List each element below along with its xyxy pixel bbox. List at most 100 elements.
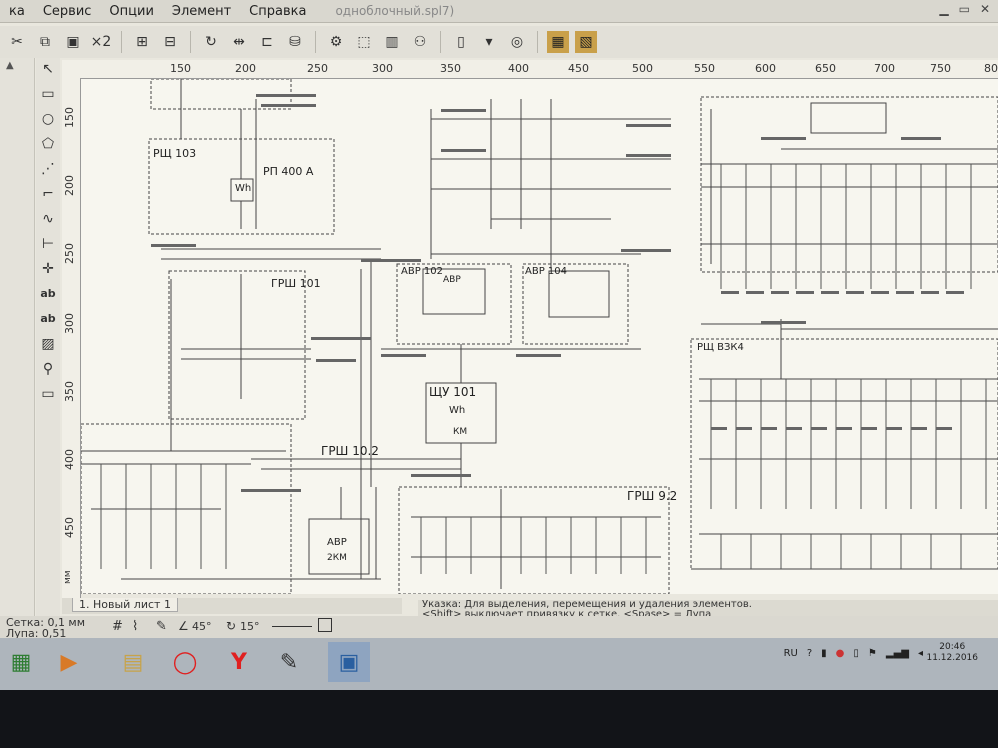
- toolbar-divider: [537, 31, 538, 53]
- ruler-tick: 150: [63, 107, 76, 128]
- dimension-icon[interactable]: ⊢: [42, 235, 54, 253]
- pencil-app-icon[interactable]: ✎: [268, 642, 310, 682]
- schematic-drawing: [81, 79, 998, 594]
- ellipse-icon[interactable]: ○: [42, 110, 54, 128]
- zoom-icon[interactable]: ◎: [506, 31, 528, 53]
- pointer-icon[interactable]: ↖: [42, 60, 54, 78]
- language-indicator[interactable]: RU: [784, 648, 798, 659]
- layers-icon[interactable]: ▥: [381, 31, 403, 53]
- yandex-browser-icon[interactable]: Y: [218, 642, 260, 682]
- copies-button[interactable]: ×2: [90, 31, 112, 53]
- file-manager-icon[interactable]: ▤: [112, 642, 154, 682]
- ruler-tick: 500: [632, 62, 653, 75]
- angle-icon[interactable]: ∠: [178, 619, 189, 633]
- ruler-tick: 400: [63, 449, 76, 470]
- ruler-tick: 350: [440, 62, 461, 75]
- signal-icon[interactable]: ▂▄▆: [886, 648, 909, 659]
- label-rsh-vzk4: РЩ ВЗК4: [697, 342, 744, 353]
- help-icon[interactable]: ?: [807, 648, 812, 659]
- menu-bar: ка Сервис Опции Элемент Справка одноблоч…: [0, 0, 998, 23]
- volume-icon[interactable]: ◂: [918, 648, 923, 659]
- curve-icon[interactable]: ∿: [42, 210, 54, 228]
- toolbar: ✂ ⧉ ▣ ×2 ⊞ ⊟ ↻ ⇹ ⊏ ⛁ ⚙ ⬚ ▥ ⚇ ▯ ▾ ◎ ▦ ▧: [0, 26, 998, 58]
- scroll-icon[interactable]: ▭: [41, 385, 54, 403]
- drawing-tools: ↖ ▭ ○ ⬠ ⋰ ⌐ ∿ ⊢ ✛ ab ab ▨ ⚲ ▭: [36, 58, 60, 620]
- power-icon[interactable]: ▯: [853, 648, 859, 659]
- line-style[interactable]: [272, 626, 312, 627]
- clock-time: 20:46: [939, 642, 966, 652]
- menu-item-element[interactable]: Элемент: [163, 4, 240, 19]
- text-frame-icon[interactable]: ab: [40, 310, 55, 328]
- label-contactor: КМ: [453, 427, 468, 437]
- flag-icon[interactable]: ⚑: [868, 648, 877, 659]
- menu-item-options[interactable]: Опции: [100, 4, 162, 19]
- label-avr-bottom-2: 2КМ: [327, 553, 347, 563]
- ungroup-icon[interactable]: ⊟: [159, 31, 181, 53]
- polyline-icon[interactable]: ⌐: [42, 185, 54, 203]
- magnifier-icon[interactable]: ⚲: [43, 360, 53, 378]
- select-area-icon[interactable]: ⬚: [353, 31, 375, 53]
- rotation-icon[interactable]: ↻: [226, 619, 236, 633]
- ruler-tick: 250: [307, 62, 328, 75]
- document-title: одноблочный.spl7): [335, 4, 455, 18]
- sheet-tabs: 1. Новый лист 1: [62, 598, 402, 614]
- media-player-icon[interactable]: ▶: [48, 642, 90, 682]
- splan-app-icon[interactable]: ▣: [328, 642, 370, 682]
- mirror-icon[interactable]: ⇹: [228, 31, 250, 53]
- pen-icon[interactable]: ✎: [156, 619, 167, 634]
- antivirus-icon[interactable]: ●: [836, 648, 845, 659]
- align-icon[interactable]: ⊏: [256, 31, 278, 53]
- minimize-icon[interactable]: ▁: [939, 2, 948, 16]
- tool-b-icon[interactable]: ▧: [575, 31, 597, 53]
- polygon-icon[interactable]: ⬠: [42, 135, 54, 153]
- scroll-up-icon[interactable]: ▲: [6, 60, 14, 71]
- menu-item-help[interactable]: Справка: [240, 4, 315, 19]
- binoculars-icon[interactable]: ⚇: [409, 31, 431, 53]
- ruler-unit: мм: [63, 570, 73, 584]
- dropdown-icon[interactable]: ▾: [478, 31, 500, 53]
- clock-date: 11.12.2016: [926, 653, 978, 663]
- text-tool-icon[interactable]: ab: [40, 285, 55, 303]
- left-panel: ▲: [0, 58, 35, 618]
- toolbar-divider: [190, 31, 191, 53]
- label-grsh102: ГРШ 10.2: [321, 444, 379, 458]
- angle-snap[interactable]: 45°: [192, 620, 212, 633]
- label-avr102: АВР 102: [401, 266, 443, 277]
- network-icon[interactable]: ▮: [821, 648, 827, 659]
- ruler-tick: 300: [63, 313, 76, 334]
- ruler-tick: 750: [930, 62, 951, 75]
- ruler-tick: 450: [63, 517, 76, 538]
- opera-icon[interactable]: ◯: [164, 642, 206, 682]
- tool-a-icon[interactable]: ▦: [547, 31, 569, 53]
- rotation-step[interactable]: 15°: [240, 620, 260, 633]
- rectangle-icon[interactable]: ▭: [41, 85, 54, 103]
- copy-icon[interactable]: ⧉: [34, 31, 56, 53]
- connection-point-icon[interactable]: ✛: [42, 260, 54, 278]
- library-icon[interactable]: ⛁: [284, 31, 306, 53]
- scissors-icon[interactable]: ✂: [6, 31, 28, 53]
- fill-style[interactable]: [318, 618, 332, 632]
- ruler-tick: 800: [984, 62, 998, 75]
- menu-item-edit[interactable]: ка: [0, 4, 34, 19]
- close-icon[interactable]: ✕: [980, 2, 990, 16]
- label-meter-2: Wh: [449, 405, 466, 416]
- clock[interactable]: 20:46 11.12.2016: [926, 642, 978, 664]
- menu-item-service[interactable]: Сервис: [34, 4, 101, 19]
- tab-sheet-1[interactable]: 1. Новый лист 1: [72, 598, 178, 612]
- group-icon[interactable]: ⊞: [131, 31, 153, 53]
- taskbar: ▦ ▶ ▤ ◯ Y ✎ ▣ RU ? ▮ ● ▯ ⚑ ▂▄▆ ◂ 20:46 1…: [0, 638, 998, 690]
- grid-toggle-icon[interactable]: #: [112, 619, 123, 634]
- properties-icon[interactable]: ⚙: [325, 31, 347, 53]
- label-avr-bottom: АВР: [327, 537, 347, 548]
- ruler-top: 150 200 250 300 350 400 450 500 550 600 …: [62, 60, 998, 79]
- image-icon[interactable]: ▨: [41, 335, 54, 353]
- snap-icon[interactable]: ⌇: [132, 619, 138, 634]
- label-shu101: ЩУ 101: [429, 385, 477, 399]
- drawing-canvas[interactable]: РЩ 103 РП 400 А Wh ГРШ 101 АВР 102 АВР 1…: [81, 79, 998, 594]
- paste-icon[interactable]: ▣: [62, 31, 84, 53]
- rotate-icon[interactable]: ↻: [200, 31, 222, 53]
- maximize-icon[interactable]: ▭: [959, 2, 970, 16]
- node-edit-icon[interactable]: ⋰: [41, 160, 55, 178]
- excel-icon[interactable]: ▦: [0, 642, 42, 682]
- page-icon[interactable]: ▯: [450, 31, 472, 53]
